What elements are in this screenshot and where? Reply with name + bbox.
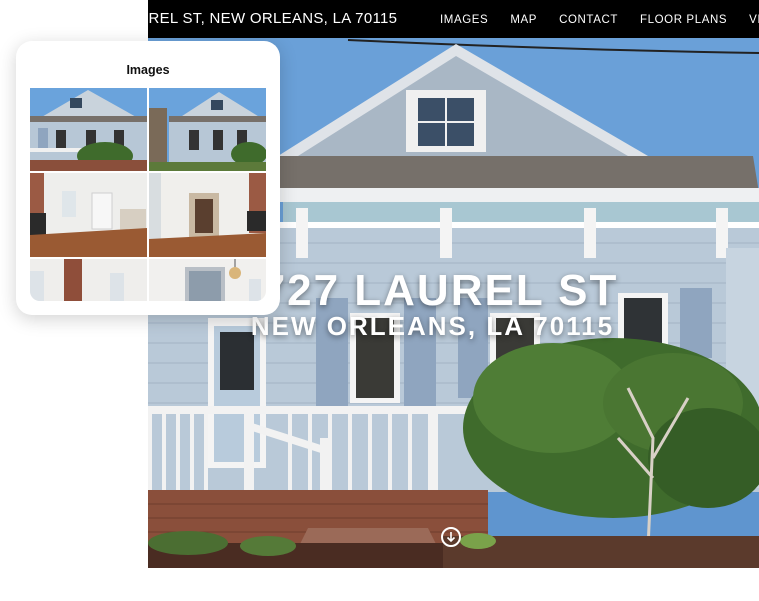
gallery-card-title: Images [126,63,170,77]
site-title[interactable]: 727 LAUREL ST, NEW ORLEANS, LA 70115 [148,0,397,38]
nav-floor-plans[interactable]: FLOOR PLANS [640,0,727,38]
chevron-down-icon [446,532,456,543]
thumbnail-dining-room[interactable] [149,259,266,301]
thumbnail-grid [30,88,266,301]
images-gallery-card: Images [16,41,280,315]
hero-city-address: NEW ORLEANS, LA 70115 [250,311,615,341]
thumbnail-living-room[interactable] [30,173,147,257]
nav-links: IMAGES MAP CONTACT FLOOR PLANS VIDEO [440,0,759,38]
chevron-down-circle-icon[interactable] [441,527,461,547]
nav-map[interactable]: MAP [510,0,537,38]
top-navbar: 727 LAUREL ST, NEW ORLEANS, LA 70115 IMA… [148,0,759,38]
nav-images[interactable]: IMAGES [440,0,488,38]
thumbnail-brick-chimney[interactable] [30,259,147,301]
thumbnail-exterior-angle[interactable] [149,88,266,171]
thumbnail-exterior-front[interactable] [30,88,147,171]
nav-contact[interactable]: CONTACT [559,0,618,38]
nav-video[interactable]: VIDEO [749,0,759,38]
thumbnail-doorway[interactable] [149,173,266,257]
